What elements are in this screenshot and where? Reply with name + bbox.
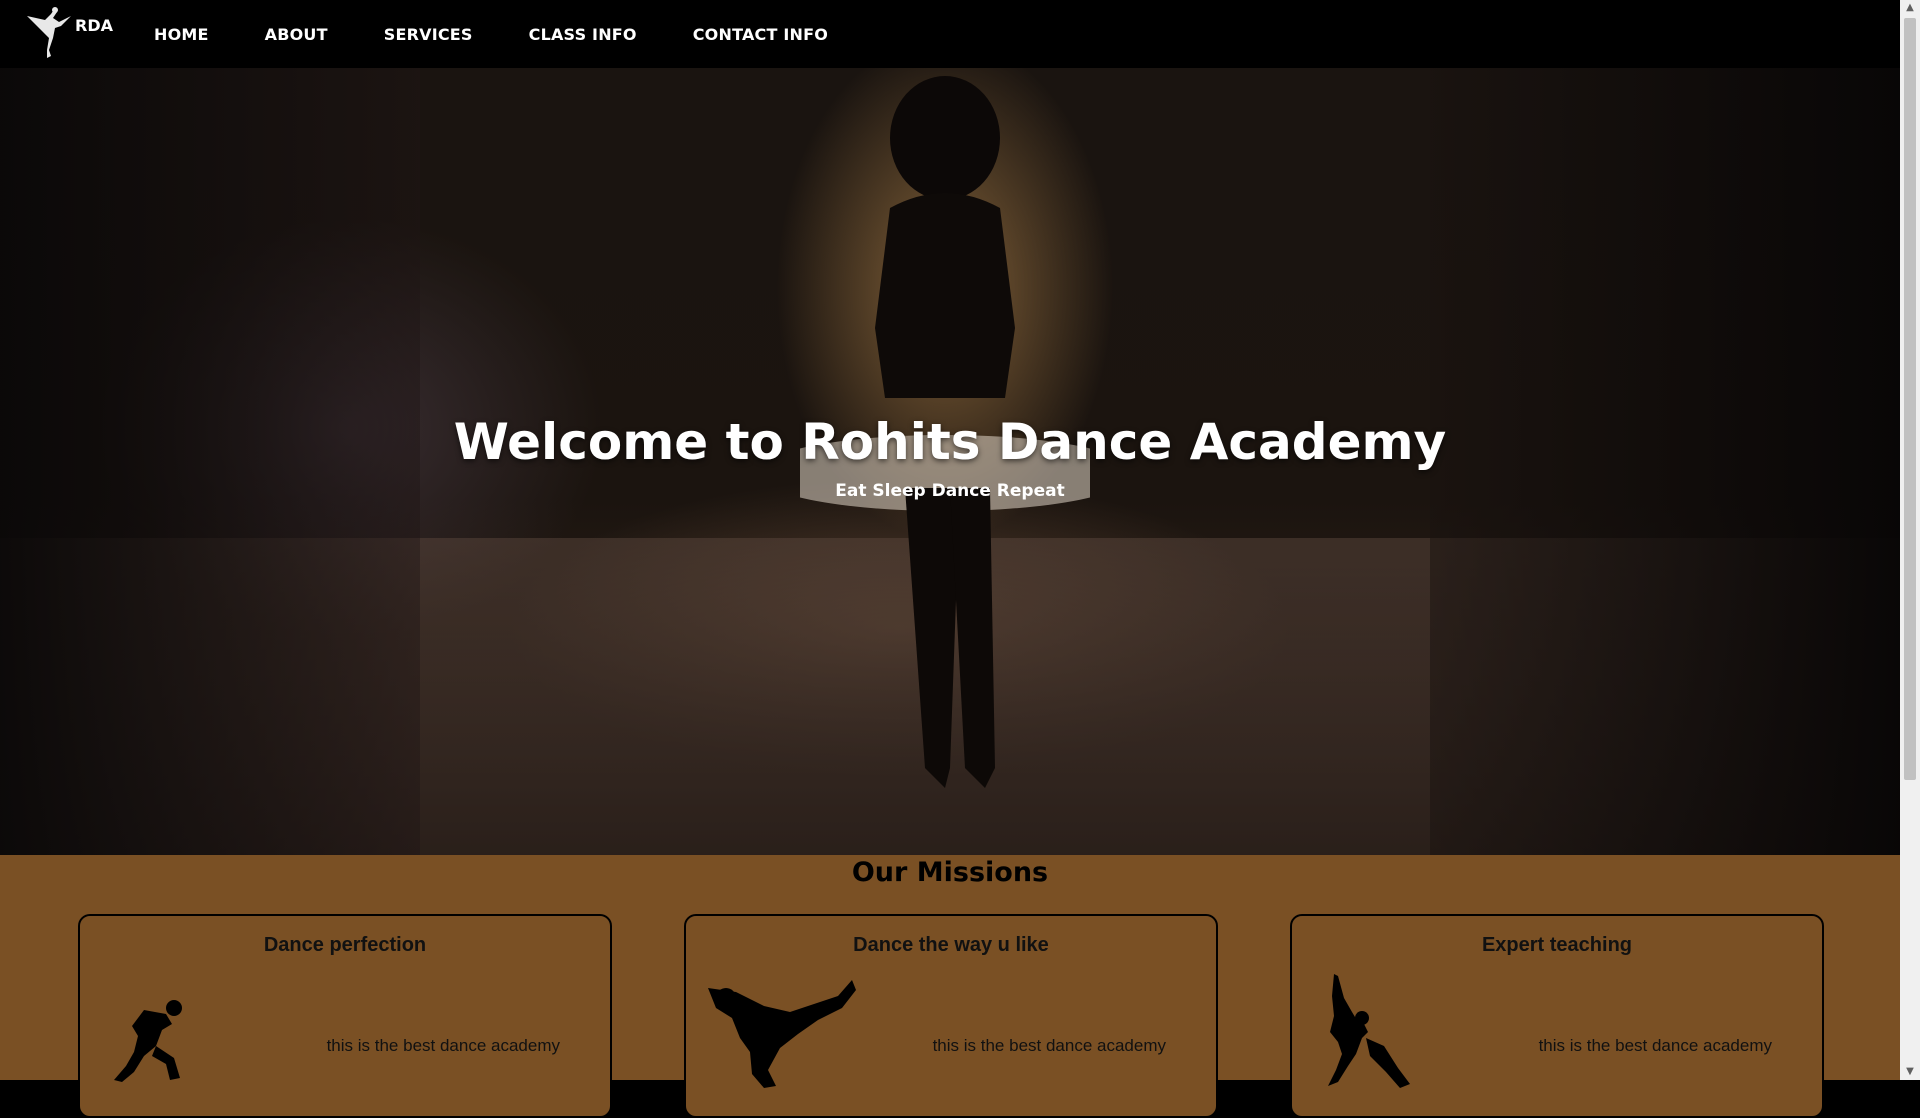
- scrollbar-thumb[interactable]: [1904, 18, 1916, 780]
- mission-card: Dance perfection this is the best dance …: [78, 914, 612, 1118]
- scroll-down-arrow-icon[interactable]: ▼: [1900, 1064, 1920, 1080]
- missions-title: Our Missions: [851, 857, 1049, 888]
- dancer-pose-icon: [1328, 974, 1410, 1088]
- hero-title: Welcome to Rohits Dance Academy: [453, 413, 1447, 471]
- logo[interactable]: RDA: [25, 4, 113, 64]
- scroll-up-arrow-icon[interactable]: ▲: [1900, 0, 1920, 16]
- mission-card: Expert teaching this is the best dance a…: [1290, 914, 1824, 1118]
- logo-text: RDA: [75, 16, 113, 35]
- freeze-dancer-icon: [708, 980, 856, 1088]
- nav-link-services[interactable]: SERVICES: [384, 25, 473, 44]
- hero-subtitle: Eat Sleep Dance Repeat: [835, 481, 1065, 501]
- nav-links: HOME ABOUT SERVICES CLASS INFO CONTACT I…: [154, 25, 884, 44]
- page-scrollbar[interactable]: ▲ ▼: [1900, 0, 1920, 1080]
- mission-card: Dance the way u like this is the best da…: [684, 914, 1218, 1118]
- card-title: Expert teaching: [1481, 934, 1633, 956]
- nav-link-class-info[interactable]: CLASS INFO: [529, 25, 637, 44]
- card-text: this is the best dance academy: [326, 1036, 560, 1055]
- nav-link-home[interactable]: HOME: [154, 25, 209, 44]
- card-text: this is the best dance academy: [1538, 1036, 1772, 1055]
- nav-link-about[interactable]: ABOUT: [265, 25, 328, 44]
- hero-banner: Welcome to Rohits Dance Academy Eat Slee…: [0, 68, 1900, 855]
- card-title: Dance the way u like: [853, 934, 1049, 956]
- nav-link-contact-info[interactable]: CONTACT INFO: [693, 25, 828, 44]
- card-title: Dance perfection: [263, 934, 427, 956]
- breakdancer-icon: [114, 1000, 182, 1082]
- navbar: RDA HOME ABOUT SERVICES CLASS INFO CONTA…: [0, 0, 1900, 68]
- ballerina-icon: [27, 7, 71, 58]
- card-text: this is the best dance academy: [932, 1036, 1166, 1055]
